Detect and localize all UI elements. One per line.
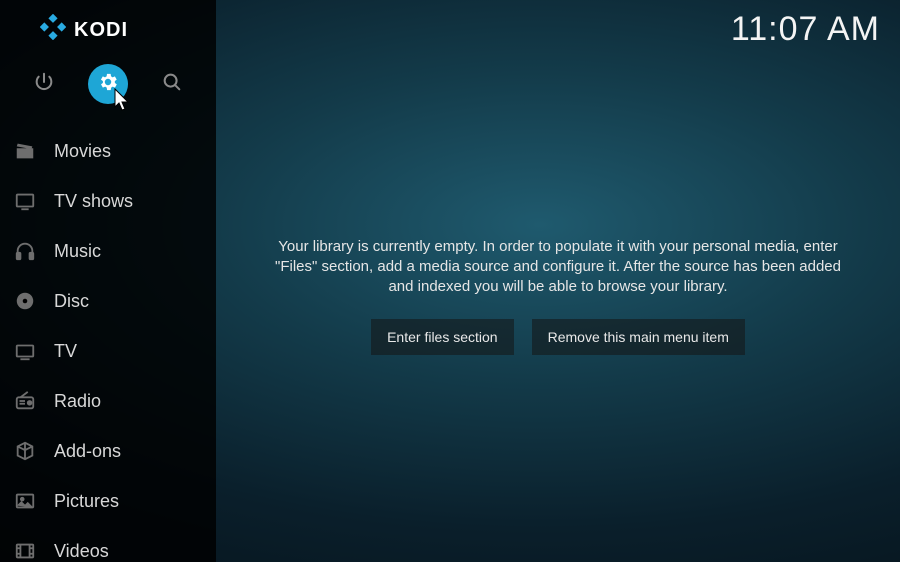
sidebar-item-label: TV shows [54, 191, 133, 212]
sidebar-item-pictures[interactable]: Pictures [0, 478, 216, 524]
remove-menu-item-button[interactable]: Remove this main menu item [532, 319, 745, 355]
empty-library-message: Your library is currently empty. In orde… [266, 237, 850, 298]
pictures-icon [12, 488, 38, 514]
sidebar-item-label: TV [54, 341, 77, 362]
enter-files-button[interactable]: Enter files section [371, 319, 514, 355]
addons-icon [12, 438, 38, 464]
headphones-icon [12, 238, 38, 264]
sidebar-item-addons[interactable]: Add-ons [0, 428, 216, 474]
tv-icon [12, 338, 38, 364]
settings-button[interactable] [88, 64, 128, 104]
sidebar-item-label: Add-ons [54, 441, 121, 462]
main-menu: Movies TV shows Music Disc TV [0, 122, 216, 562]
main-content: Your library is currently empty. In orde… [216, 0, 900, 562]
disc-icon [12, 288, 38, 314]
brand: KODI [0, 0, 216, 56]
sidebar-item-disc[interactable]: Disc [0, 278, 216, 324]
kodi-logo-icon [40, 14, 66, 46]
radio-icon [12, 388, 38, 414]
sidebar-item-label: Videos [54, 541, 109, 562]
sidebar-item-tv[interactable]: TV [0, 328, 216, 374]
search-icon [161, 71, 183, 98]
sidebar-item-label: Music [54, 241, 101, 262]
videos-icon [12, 538, 38, 562]
brand-name: KODI [74, 19, 128, 42]
sidebar-item-label: Movies [54, 141, 111, 162]
sidebar-item-label: Disc [54, 291, 89, 312]
movies-icon [12, 138, 38, 164]
search-button[interactable] [152, 64, 192, 104]
gear-icon [97, 71, 119, 98]
sidebar-item-music[interactable]: Music [0, 228, 216, 274]
sidebar: KODI [0, 0, 216, 562]
sidebar-item-label: Radio [54, 391, 101, 412]
top-icon-row [0, 56, 216, 122]
power-button[interactable] [24, 64, 64, 104]
power-icon [33, 71, 55, 98]
sidebar-item-tvshows[interactable]: TV shows [0, 178, 216, 224]
tvshows-icon [12, 188, 38, 214]
action-button-row: Enter files section Remove this main men… [371, 319, 745, 355]
sidebar-item-radio[interactable]: Radio [0, 378, 216, 424]
sidebar-item-label: Pictures [54, 491, 119, 512]
sidebar-item-videos[interactable]: Videos [0, 528, 216, 562]
sidebar-item-movies[interactable]: Movies [0, 128, 216, 174]
